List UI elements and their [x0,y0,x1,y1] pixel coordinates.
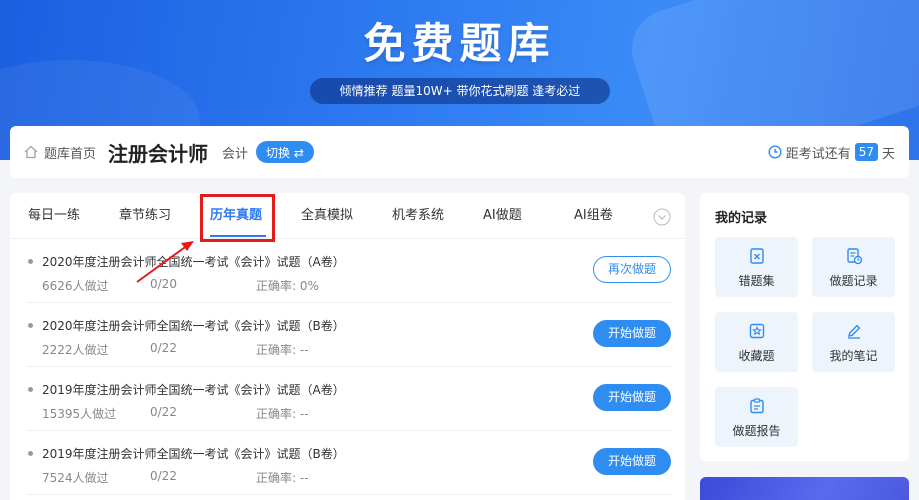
start-button[interactable]: 开始做题 [593,448,671,475]
my-records-panel: 我的记录 错题集 做题记录 收藏题 我的笔记 做题报告 [700,193,909,461]
list-item: 2020年度注册会计师全国统一考试《会计》试题（B卷） 2222人做过 0/22… [26,303,671,367]
practice-history-button[interactable]: 做题记录 [812,237,895,297]
paper-takers: 7524人做过 [42,471,109,485]
retry-button[interactable]: 再次做题 [593,256,671,283]
tab-chapter-practice[interactable]: 章节练习 [119,193,210,239]
subject-label: 会计 [222,146,249,162]
countdown-prefix: 距考试还有 [785,146,851,162]
bullet-dot [28,323,33,328]
start-button[interactable]: 开始做题 [593,384,671,411]
list-item: 2019年度注册会计师全国统一考试《会计》试题（B卷） 7524人做过 0/22… [26,431,671,495]
home-icon[interactable] [24,145,38,159]
paper-title[interactable]: 2019年度注册会计师全国统一考试《会计》试题（B卷） [42,445,345,462]
practice-report-button[interactable]: 做题报告 [715,387,798,447]
switch-subject-button[interactable]: 切换 ⇄ [256,141,314,163]
report-icon [749,398,764,414]
my-notes-button[interactable]: 我的笔记 [812,312,895,372]
paper-title[interactable]: 2020年度注册会计师全国统一考试《会计》试题（A卷） [42,253,345,270]
tab-mock-exams[interactable]: 全真模拟 [301,193,392,239]
banner-title: 免费题库 [363,19,556,68]
paper-accuracy: 正确率: -- [256,471,309,485]
wrong-book-icon [749,248,764,264]
paper-title[interactable]: 2019年度注册会计师全国统一考试《会计》试题（A卷） [42,381,345,398]
favorites-button[interactable]: 收藏题 [715,312,798,372]
paper-title[interactable]: 2020年度注册会计师全国统一考试《会计》试题（B卷） [42,317,345,334]
paper-progress: 0/20 [150,277,177,291]
paper-takers: 15395人做过 [42,407,117,421]
question-bank-panel: 每日一练 章节练习 历年真题 全真模拟 机考系统 AI做题 AI组卷 2020年… [10,193,685,500]
record-label: 我的笔记 [829,349,878,363]
record-label: 做题报告 [732,424,781,438]
paper-accuracy: 正确率: -- [256,407,309,421]
highlight-box [200,194,275,242]
record-label: 做题记录 [829,274,878,288]
tab-ai-practice[interactable]: AI做题 [483,193,574,239]
wrong-questions-button[interactable]: 错题集 [715,237,798,297]
bullet-dot [28,387,33,392]
paper-progress: 0/22 [150,405,177,419]
star-icon [749,323,764,339]
tab-computer-exam[interactable]: 机考系统 [392,193,483,239]
exam-countdown: 距考试还有 57 天 [768,143,895,162]
tab-bar: 每日一练 章节练习 历年真题 全真模拟 机考系统 AI做题 AI组卷 [10,193,685,242]
clock-icon [768,145,782,159]
countdown-days-badge: 57 [854,143,878,161]
record-label: 收藏题 [738,349,775,363]
chevron-down-icon[interactable] [653,208,671,226]
record-label: 错题集 [738,274,775,288]
switch-label: 切换 ⇄ [266,145,304,160]
paper-progress: 0/22 [150,341,177,355]
paper-accuracy: 正确率: -- [256,343,309,357]
records-title: 我的记录 [715,211,768,226]
tab-daily-practice[interactable]: 每日一练 [28,193,119,239]
exam-header-bar: 题库首页 注册会计师 会计 切换 ⇄ 距考试还有 57 天 [10,126,909,178]
list-item: 2020年度注册会计师全国统一考试《会计》试题（A卷） 6626人做过 0/20… [26,239,671,303]
history-icon [846,248,862,265]
start-button[interactable]: 开始做题 [593,320,671,347]
banner-subtitle: 倾情推荐 题量10W+ 带你花式刷题 逢考必过 [310,78,610,104]
list-item: 2019年度注册会计师全国统一考试《会计》试题（A卷） 15395人做过 0/2… [26,367,671,431]
promo-banner[interactable] [700,477,909,500]
paper-takers: 6626人做过 [42,279,109,293]
breadcrumb-home[interactable]: 题库首页 [44,143,96,162]
paper-accuracy: 正确率: 0% [256,279,319,293]
exam-title: 注册会计师 [108,141,209,166]
tab-ai-compose[interactable]: AI组卷 [574,193,665,239]
pencil-icon [847,324,860,339]
countdown-unit: 天 [881,146,895,162]
bullet-dot [28,451,33,456]
paper-list: 2020年度注册会计师全国统一考试《会计》试题（A卷） 6626人做过 0/20… [10,239,685,495]
bullet-dot [28,259,33,264]
paper-takers: 2222人做过 [42,343,109,357]
paper-progress: 0/22 [150,469,177,483]
